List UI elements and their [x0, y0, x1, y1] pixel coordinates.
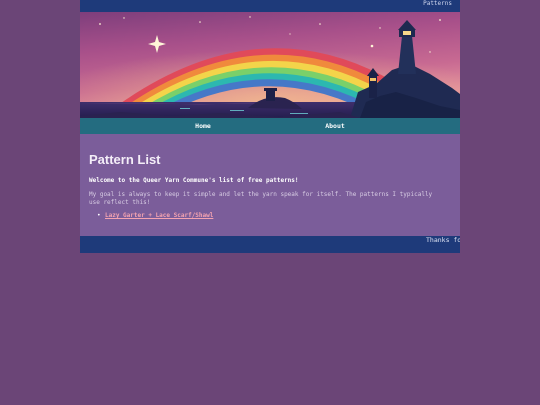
pattern-list-item: • Lazy Garter + Lace Scarf/Shawl [97, 212, 213, 219]
welcome-text: Welcome to the Queer Yarn Commune's list… [89, 177, 299, 184]
patterns-link[interactable]: Patterns [423, 0, 452, 7]
footer: Thanks fo [80, 236, 460, 253]
pattern-list: • Lazy Garter + Lace Scarf/Shawl [97, 212, 213, 219]
header-banner-image [80, 12, 460, 118]
pattern-link[interactable]: Lazy Garter + Lace Scarf/Shawl [105, 212, 213, 219]
page-title: Pattern List [89, 152, 161, 167]
nav-home-link[interactable]: Home [173, 118, 233, 134]
top-bar: Patterns [80, 0, 460, 12]
main-nav: Home About [80, 118, 460, 134]
footer-text: Thanks fo [426, 236, 460, 244]
page-container: Patterns Home About Pattern List Welcome… [80, 0, 460, 253]
nav-about-link[interactable]: About [305, 118, 365, 134]
main-content: Pattern List Welcome to the Queer Yarn C… [80, 134, 460, 236]
bullet-icon: • [97, 212, 101, 219]
intro-paragraph: My goal is always to keep it simple and … [89, 191, 433, 206]
